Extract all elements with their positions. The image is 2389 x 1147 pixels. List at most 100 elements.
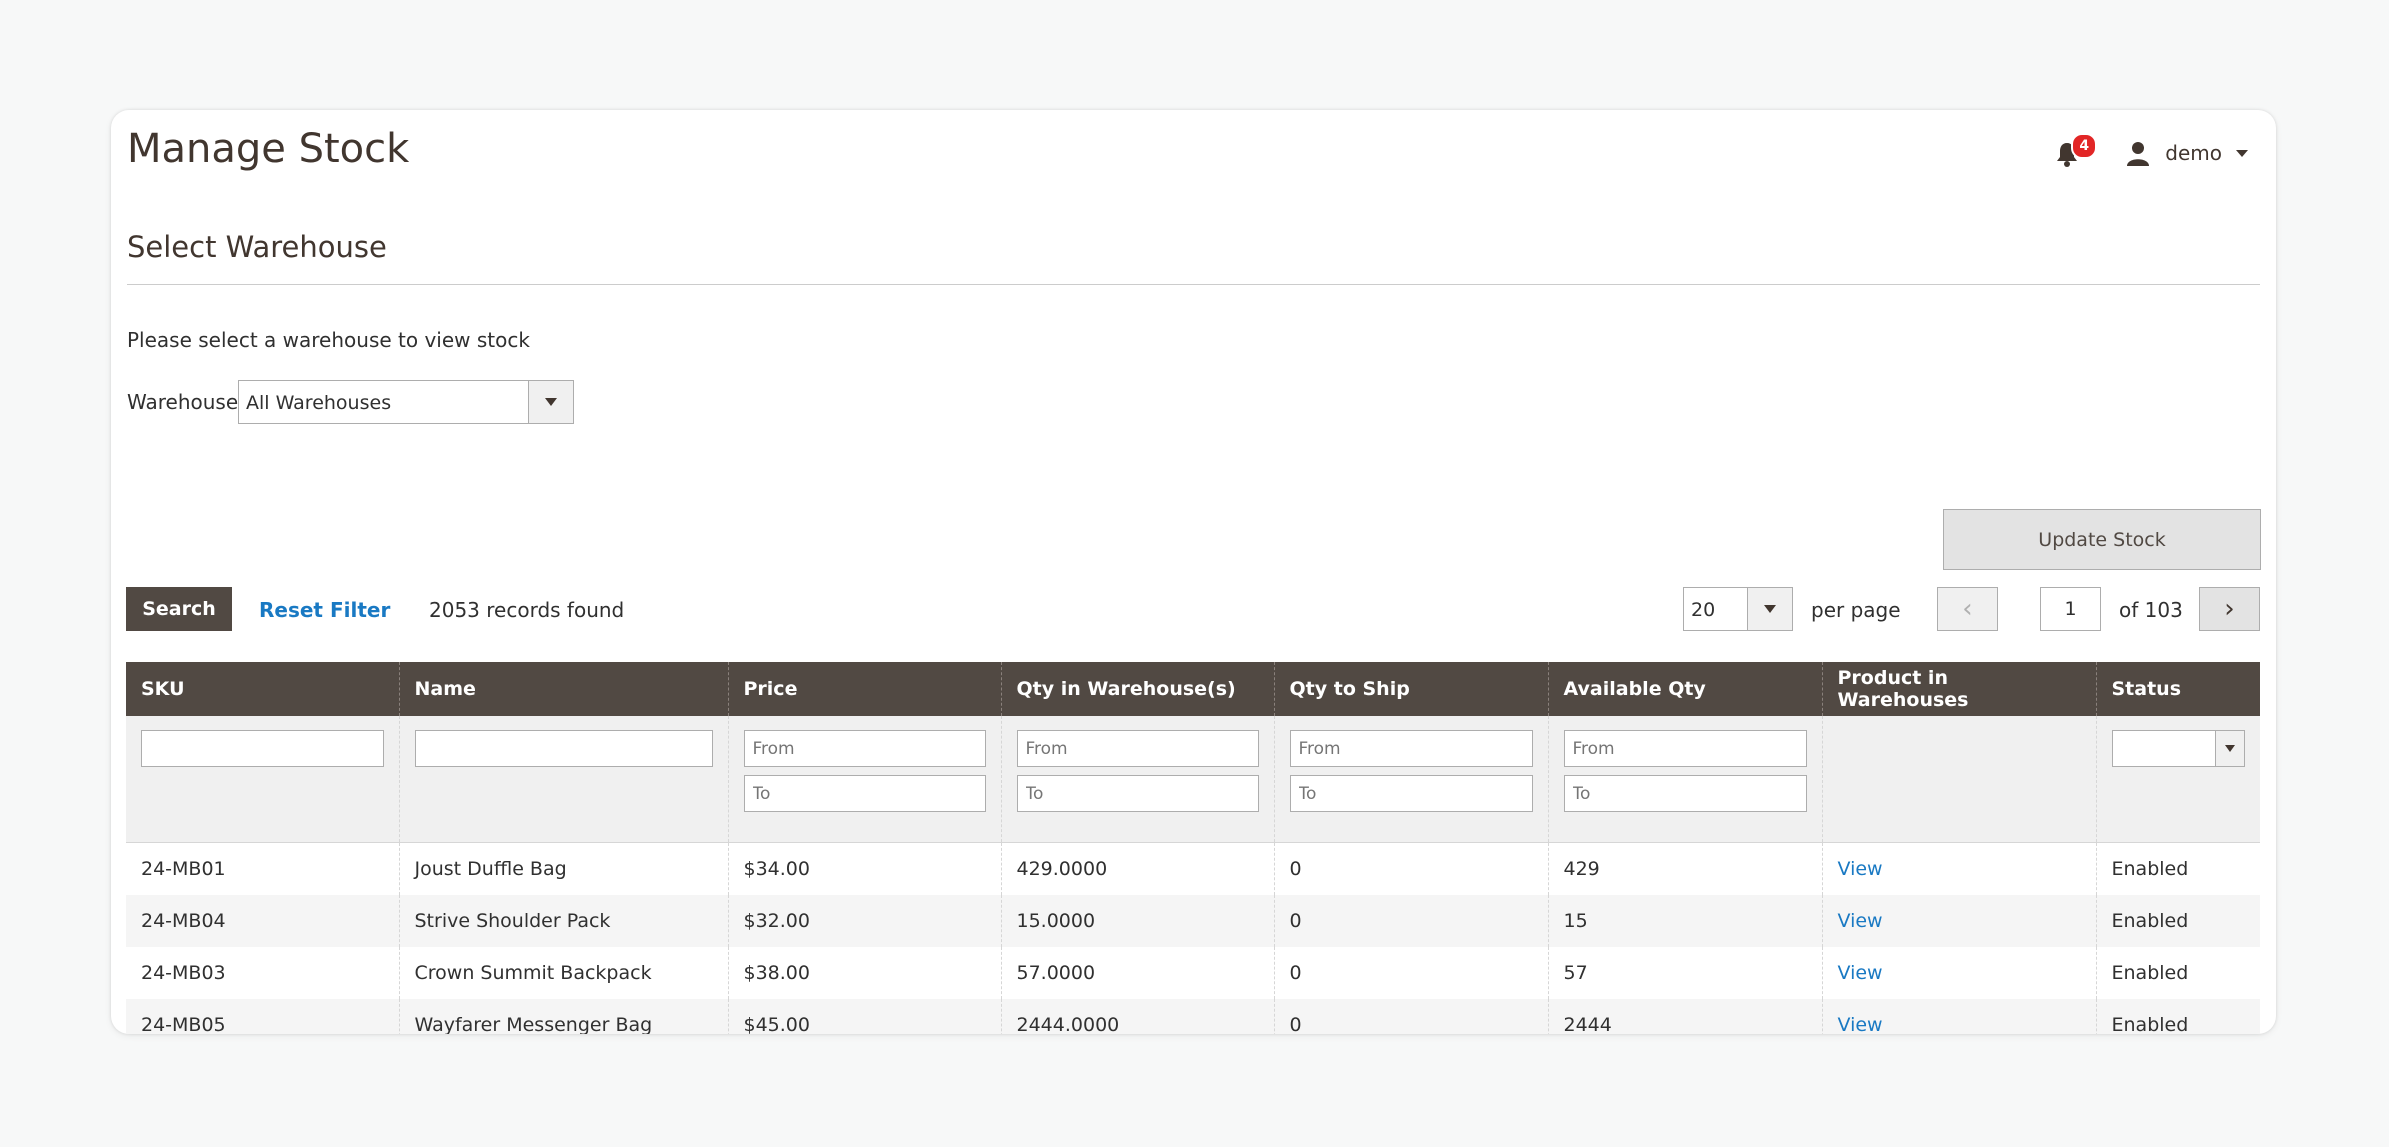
cell-price: $38.00 [727, 947, 1001, 999]
qty-warehouse-from-input[interactable] [1016, 730, 1259, 767]
previous-page-button[interactable]: ‹ [1937, 587, 1998, 631]
records-count: 2053 records found [429, 598, 625, 622]
price-to-input[interactable] [743, 775, 986, 812]
column-header-product-in-warehouses[interactable]: Product in Warehouses [1821, 662, 2096, 716]
view-link[interactable]: View [1838, 910, 1883, 932]
warehouse-hint: Please select a warehouse to view stock [127, 328, 530, 352]
page-title: Manage Stock [127, 126, 410, 172]
filter-cell-product-in-warehouses [1821, 716, 2096, 843]
table-row: 24-MB04 Strive Shoulder Pack $32.00 15.0… [126, 895, 2260, 947]
warehouse-select-arrow[interactable] [528, 381, 573, 423]
table-row: 24-MB01 Joust Duffle Bag $34.00 429.0000… [126, 842, 2260, 895]
per-page-select[interactable]: 20 [1683, 587, 1793, 631]
view-link[interactable]: View [1838, 858, 1883, 880]
update-stock-button[interactable]: Update Stock [1943, 509, 2261, 570]
cell-sku: 24-MB05 [126, 999, 399, 1034]
column-header-status[interactable]: Status [2095, 662, 2260, 716]
per-page-label: per page [1811, 598, 1901, 622]
cell-status: Enabled [2095, 895, 2260, 947]
cell-status: Enabled [2095, 842, 2260, 895]
cell-qty-ship: 0 [1273, 999, 1548, 1034]
column-header-qty-warehouse[interactable]: Qty in Warehouse(s) [1000, 662, 1274, 716]
filter-cell-name [398, 716, 728, 843]
caret-down-icon [1764, 605, 1776, 613]
cell-qty-warehouse: 429.0000 [1000, 842, 1274, 895]
cell-price: $32.00 [727, 895, 1001, 947]
cell-price: $45.00 [727, 999, 1001, 1034]
cell-qty-warehouse: 15.0000 [1000, 895, 1274, 947]
status-filter-arrow[interactable] [2215, 731, 2244, 766]
cell-product-in-warehouses: View [1821, 999, 2096, 1034]
qty-ship-from-input[interactable] [1289, 730, 1533, 767]
qty-ship-to-input[interactable] [1289, 775, 1533, 812]
caret-down-icon [2225, 745, 2235, 752]
user-menu[interactable]: demo [2125, 140, 2248, 166]
column-header-name[interactable]: Name [398, 662, 728, 716]
cell-qty-ship: 0 [1273, 895, 1548, 947]
cell-name: Joust Duffle Bag [398, 842, 728, 895]
cell-status: Enabled [2095, 999, 2260, 1034]
next-page-button[interactable]: › [2199, 587, 2260, 631]
per-page-value: 20 [1691, 599, 1716, 621]
column-header-price[interactable]: Price [727, 662, 1001, 716]
chevron-left-icon: ‹ [1962, 594, 1973, 624]
available-qty-from-input[interactable] [1563, 730, 1807, 767]
cell-name: Crown Summit Backpack [398, 947, 728, 999]
warehouse-label: Warehouse [127, 390, 239, 414]
table-row: 24-MB03 Crown Summit Backpack $38.00 57.… [126, 947, 2260, 999]
cell-sku: 24-MB03 [141, 962, 226, 984]
stock-grid: SKU Name Price Qty in Warehouse(s) Qty t… [126, 662, 2260, 1034]
filter-cell-price [727, 716, 1001, 843]
section-title: Select Warehouse [127, 230, 387, 264]
caret-down-icon [545, 398, 557, 406]
warehouse-select-value: All Warehouses [246, 392, 392, 414]
current-page-input[interactable] [2040, 587, 2101, 631]
notification-badge: 4 [2071, 133, 2098, 159]
cell-qty-warehouse: 2444.0000 [1000, 999, 1274, 1034]
cell-available-qty: 429 [1547, 842, 1822, 895]
total-pages: of 103 [2119, 598, 2183, 622]
available-qty-to-input[interactable] [1563, 775, 1807, 812]
sku-filter-input[interactable] [141, 730, 384, 767]
filter-cell-status [2095, 716, 2260, 843]
reset-filter-link[interactable]: Reset Filter [259, 598, 390, 622]
grid-header-row: SKU Name Price Qty in Warehouse(s) Qty t… [126, 662, 2260, 716]
filter-cell-sku [126, 716, 399, 843]
view-link[interactable]: View [1838, 1014, 1883, 1034]
price-from-input[interactable] [743, 730, 986, 767]
chevron-down-icon [2236, 149, 2248, 157]
cell-name: Strive Shoulder Pack [398, 895, 728, 947]
view-link[interactable]: View [1838, 962, 1883, 984]
column-header-sku[interactable]: SKU [126, 662, 399, 716]
column-header-qty-ship[interactable]: Qty to Ship [1273, 662, 1548, 716]
filter-cell-available-qty [1547, 716, 1822, 843]
section-divider [127, 284, 2260, 285]
cell-sku: 24-MB01 [141, 858, 226, 880]
column-header-available-qty[interactable]: Available Qty [1547, 662, 1822, 716]
cell-product-in-warehouses: View [1821, 947, 2096, 999]
cell-sku: 24-MB04 [126, 895, 399, 947]
cell-available-qty: 57 [1547, 947, 1822, 999]
qty-warehouse-to-input[interactable] [1016, 775, 1259, 812]
name-filter-input[interactable] [414, 730, 713, 767]
cell-status: Enabled [2095, 947, 2260, 999]
filter-cell-qty-ship [1273, 716, 1548, 843]
table-row: 24-MB05 Wayfarer Messenger Bag $45.00 24… [126, 999, 2260, 1034]
user-name: demo [2165, 141, 2222, 165]
cell-available-qty: 2444 [1547, 999, 1822, 1034]
status-filter-select[interactable] [2111, 730, 2245, 767]
cell-product-in-warehouses: View [1821, 842, 2096, 895]
cell-product-in-warehouses: View [1821, 895, 2096, 947]
per-page-arrow[interactable] [1747, 588, 1792, 630]
cell-qty-warehouse: 57.0000 [1000, 947, 1274, 999]
manage-stock-panel: Manage Stock 4 demo Select Warehouse Ple… [111, 110, 2276, 1034]
cell-name: Wayfarer Messenger Bag [398, 999, 728, 1034]
chevron-right-icon: › [2224, 594, 2235, 624]
warehouse-select[interactable]: All Warehouses [238, 380, 574, 424]
notifications-button[interactable]: 4 [2051, 133, 2098, 173]
header-actions: 4 demo [2051, 128, 2248, 178]
cell-price: $34.00 [727, 842, 1001, 895]
search-button[interactable]: Search [126, 587, 232, 631]
filter-cell-qty-warehouse [1000, 716, 1274, 843]
user-icon [2127, 142, 2150, 166]
